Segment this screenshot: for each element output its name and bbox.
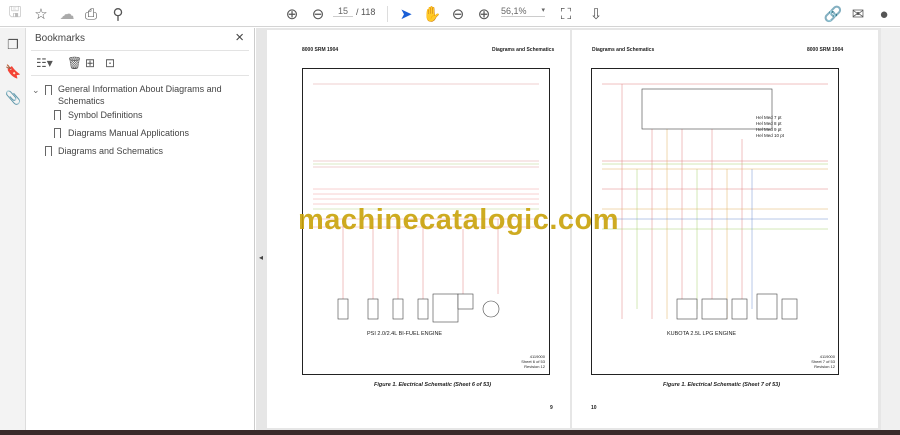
- taskbar-strip: [0, 430, 900, 435]
- divider: [387, 6, 388, 22]
- schematic-drawing: [602, 83, 828, 320]
- search-icon[interactable]: ⚲: [108, 4, 128, 24]
- bookmark-toolbar: ☷▾ 🗑 ⊞ ⊡: [31, 50, 249, 76]
- find-bookmark-icon[interactable]: ⊡: [105, 56, 115, 70]
- options-menu-icon[interactable]: ☷▾: [36, 56, 53, 70]
- zoom-out-icon[interactable]: ⊖: [448, 4, 468, 24]
- hand-tool-icon[interactable]: ✋: [422, 4, 442, 24]
- mail-icon[interactable]: ✉: [848, 4, 868, 24]
- select-cursor-icon[interactable]: ➤: [396, 4, 416, 24]
- font-notes: Hel Med 7 pt Hel Med 8 pt Hel Med 9 pt Hel …: [756, 115, 785, 138]
- previous-page-icon[interactable]: ⊕: [282, 4, 302, 24]
- chevron-down-icon: ▾: [541, 7, 545, 14]
- page-number-input[interactable]: 15: [333, 6, 353, 17]
- revision-block: 4119000 Sheet 6 of 53 Revision 12: [521, 354, 545, 369]
- revision-block: 4119000 Sheet 7 of 53 Revision 12: [811, 354, 835, 369]
- bookmark-icon[interactable]: 🔖: [5, 64, 21, 80]
- close-icon[interactable]: ×: [235, 29, 244, 46]
- share-link-icon[interactable]: 🔗: [823, 4, 843, 24]
- zoom-select[interactable]: 56,1% ▾: [501, 6, 545, 17]
- engine-label: KUBOTA 2.5L LPG ENGINE: [667, 331, 737, 337]
- toolbar: 🖫 ☆ ☁ ⎙ ⚲ ⊕ ⊖ 15 / 118 ➤ ✋ ⊖ ⊕ 56,1% ▾ ⛶ …: [0, 0, 900, 27]
- bookmark-icon: [45, 85, 52, 95]
- figure-caption: Figure 1. Electrical Schematic (Sheet 7 …: [663, 382, 781, 388]
- bookmark-diagrams-manual-applications[interactable]: Diagrams Manual Applications: [68, 127, 189, 139]
- page-header-left: 8000 SRM 1904: [302, 47, 339, 53]
- next-page-icon[interactable]: ⊖: [308, 4, 328, 24]
- zoom-value: 56,1%: [501, 6, 527, 16]
- delete-icon[interactable]: 🗑: [67, 56, 82, 70]
- collapse-left-icon[interactable]: ◂: [259, 253, 263, 262]
- scroll-mode-icon[interactable]: ⇩: [586, 4, 606, 24]
- page-fit-icon[interactable]: ⛶: [556, 4, 576, 24]
- bookmark-diagrams-and-schematics[interactable]: Diagrams and Schematics: [58, 145, 163, 157]
- account-icon[interactable]: ●: [874, 4, 894, 24]
- figure-caption: Figure 1. Electrical Schematic (Sheet 6 …: [374, 382, 492, 388]
- page-number: 9: [550, 405, 553, 411]
- bookmark-symbol-definitions[interactable]: Symbol Definitions: [68, 109, 143, 121]
- page-number: 10: [591, 405, 597, 411]
- bookmark-icon: [54, 110, 61, 120]
- vertical-scrollbar[interactable]: [881, 28, 900, 430]
- star-icon[interactable]: ☆: [31, 4, 51, 24]
- page-header-right: Diagrams and Schematics: [492, 47, 555, 53]
- print-icon[interactable]: ⎙: [81, 4, 101, 24]
- side-rail: ❐ 🔖 📎: [0, 28, 26, 435]
- upload-cloud-icon[interactable]: ☁: [57, 4, 77, 24]
- save-icon[interactable]: 🖫: [5, 4, 25, 24]
- chevron-down-icon[interactable]: ⌄: [32, 84, 40, 96]
- schematic-frame: Hel Med 7 pt Hel Med 8 pt Hel Med 9 pt Hel …: [591, 68, 839, 375]
- page-header-left: Diagrams and Schematics: [592, 47, 655, 53]
- engine-label: PSI 2.0/2.4L BI-FUEL ENGINE: [367, 331, 443, 337]
- bookmark-icon: [54, 128, 61, 138]
- attachment-icon[interactable]: 📎: [5, 90, 21, 106]
- pages-icon[interactable]: ❐: [5, 37, 21, 53]
- bookmarks-panel: Bookmarks × ☷▾ 🗑 ⊞ ⊡ ⌄ General Informati…: [27, 28, 255, 435]
- page-total: / 118: [356, 7, 376, 17]
- zoom-in-icon[interactable]: ⊕: [474, 4, 494, 24]
- add-bookmark-icon[interactable]: ⊞: [85, 56, 95, 70]
- watermark: machinecatalogic.com: [298, 204, 620, 236]
- bookmark-general-information[interactable]: General Information About Diagrams and Sc…: [58, 83, 222, 107]
- bookmark-icon: [45, 146, 52, 156]
- panel-title: Bookmarks: [35, 33, 86, 44]
- page-header-right: 8000 SRM 1904: [807, 47, 844, 53]
